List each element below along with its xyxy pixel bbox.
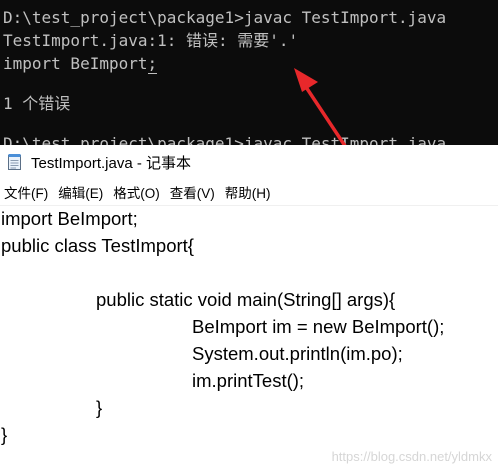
code-line: im.printTest();: [192, 370, 305, 391]
menu-help[interactable]: 帮助(H): [220, 182, 276, 202]
menu-format[interactable]: 格式(O): [108, 182, 165, 202]
console-source-text: import BeImport: [3, 54, 148, 73]
window-title: TestImport.java - 记事本: [31, 154, 192, 172]
console-line-command: D:\test_project\package1>javac TestImpor…: [3, 8, 447, 27]
console-line-source: import BeImport;: [3, 53, 158, 75]
code-line: public static void main(String[] args){: [96, 289, 396, 310]
console-line-error: TestImport.java:1: 错误: 需要'.': [3, 31, 299, 50]
console-line-error-count: 1 个错误: [3, 94, 71, 113]
console-window[interactable]: D:\test_project\package1>javac TestImpor…: [0, 0, 498, 145]
console-line-command-repeat: D:\test_project\package1>javac TestImpor…: [3, 134, 447, 145]
code-line: BeImport im = new BeImport();: [192, 316, 445, 337]
menu-bar: 文件(F) 编辑(E) 格式(O) 查看(V) 帮助(H): [0, 179, 498, 206]
notepad-icon: [7, 153, 23, 171]
code-line: System.out.println(im.po);: [192, 343, 403, 364]
watermark: https://blog.csdn.net/yldmkx: [331, 449, 492, 464]
code-line: }: [96, 397, 103, 418]
menu-view[interactable]: 查看(V): [165, 182, 220, 202]
console-error-caret: ;: [147, 54, 158, 74]
code-line: public class TestImport{: [1, 235, 194, 256]
code-line: }: [1, 424, 8, 445]
text-editor[interactable]: import BeImport; public class TestImport…: [0, 205, 498, 470]
notepad-window[interactable]: TestImport.java - 记事本 文件(F) 编辑(E) 格式(O) …: [0, 145, 498, 470]
title-bar[interactable]: TestImport.java - 记事本: [0, 145, 498, 179]
menu-file[interactable]: 文件(F): [0, 182, 53, 202]
code-line: import BeImport;: [1, 208, 138, 229]
menu-edit[interactable]: 编辑(E): [53, 182, 108, 202]
